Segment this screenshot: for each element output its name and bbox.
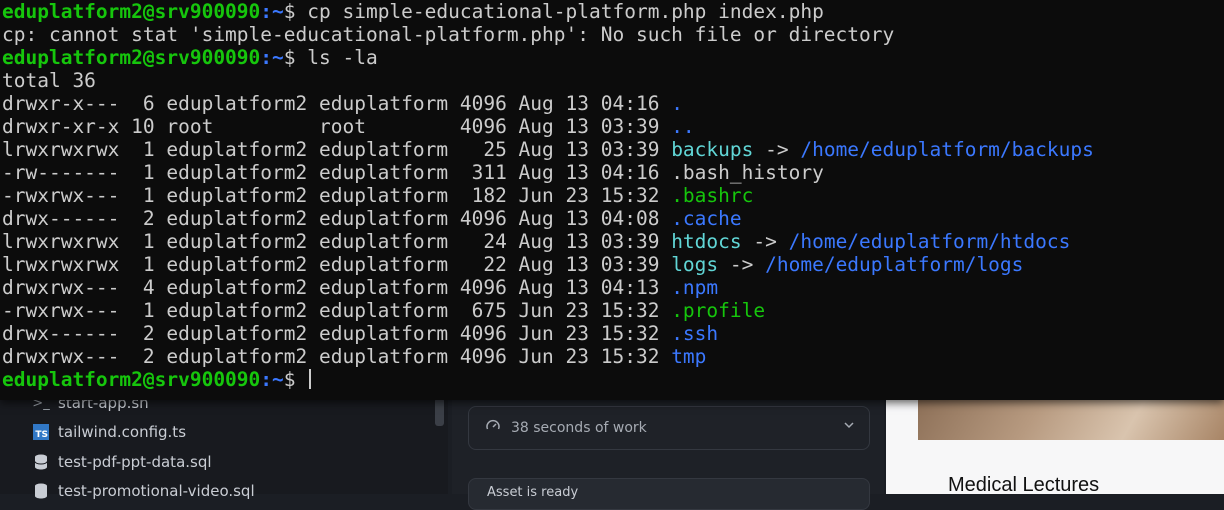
ls-row-meta: -rw------- 1 eduplatform2 eduplatform 31… — [2, 161, 672, 184]
ls-row-meta: drwx------ 2 eduplatform2 eduplatform 40… — [2, 207, 672, 230]
terminal-line-prompt: eduplatform2@srv900090:~$ — [2, 368, 312, 391]
file-name: test-promotional-video.sql — [58, 482, 255, 500]
prompt-symbol: $ — [283, 46, 296, 69]
file-item-tailwind-config[interactable]: TS tailwind.config.ts — [20, 419, 440, 445]
ls-row-meta: -rwxrwx--- 1 eduplatform2 eduplatform 67… — [2, 299, 672, 322]
ls-row: drwx------ 2 eduplatform2 eduplatform 40… — [2, 207, 742, 230]
ls-row-filename: . — [671, 92, 683, 115]
asset-status-text: Asset is ready — [487, 485, 579, 500]
ls-row: lrwxrwxrwx 1 eduplatform2 eduplatform 25… — [2, 138, 1094, 161]
symlink-arrow: -> — [718, 253, 766, 276]
ls-row-filename: htdocs — [671, 230, 742, 253]
asset-status-card[interactable]: Asset is ready — [468, 478, 870, 510]
ls-row: -rwxrwx--- 1 eduplatform2 eduplatform 67… — [2, 299, 765, 322]
prompt-symbol: $ — [283, 368, 296, 391]
symlink-arrow: -> — [741, 230, 789, 253]
ls-row-filename: .profile — [671, 299, 766, 322]
prompt-path: :~ — [260, 46, 284, 69]
ls-row: -rw------- 1 eduplatform2 eduplatform 31… — [2, 161, 824, 184]
file-item-test-pdf-ppt-data[interactable]: test-pdf-ppt-data.sql — [20, 449, 440, 475]
terminal-window[interactable]: eduplatform2@srv900090:~$ cp simple-educ… — [0, 0, 1224, 400]
ls-row-filename: .cache — [671, 207, 742, 230]
ls-row: drwxrwx--- 4 eduplatform2 eduplatform 40… — [2, 276, 718, 299]
ls-row-filename: logs — [671, 253, 719, 276]
ls-row-meta: drwxr-x--- 6 eduplatform2 eduplatform 40… — [2, 92, 672, 115]
timer-icon — [485, 418, 501, 438]
file-item-test-promotional-video[interactable]: test-promotional-video.sql — [20, 478, 440, 504]
ls-row-meta: lrwxrwxrwx 1 eduplatform2 eduplatform 22… — [2, 253, 672, 276]
ls-row: drwxr-x--- 6 eduplatform2 eduplatform 40… — [2, 92, 683, 115]
file-name: tailwind.config.ts — [58, 423, 187, 441]
chevron-down-icon[interactable] — [843, 419, 855, 435]
symlink-target: /home/eduplatform/backups — [800, 138, 1094, 161]
symlink-target: /home/eduplatform/logs — [765, 253, 1024, 276]
work-status-text: 38 seconds of work — [511, 420, 647, 436]
ls-row-meta: -rwxrwx--- 1 eduplatform2 eduplatform 18… — [2, 184, 672, 207]
ls-row: lrwxrwxrwx 1 eduplatform2 eduplatform 24… — [2, 230, 1070, 253]
ls-row-meta: drwx------ 2 eduplatform2 eduplatform 40… — [2, 322, 672, 345]
ls-row-filename: .bashrc — [671, 184, 754, 207]
database-icon — [32, 453, 50, 471]
ls-row: drwx------ 2 eduplatform2 eduplatform 40… — [2, 322, 718, 345]
prompt-user: eduplatform2@srv900090 — [2, 46, 261, 69]
ls-row-meta: lrwxrwxrwx 1 eduplatform2 eduplatform 24… — [2, 230, 672, 253]
ls-row-filename: .. — [671, 115, 695, 138]
ls-row-filename: .npm — [671, 276, 719, 299]
symlink-arrow: -> — [753, 138, 801, 161]
prompt-path: :~ — [260, 368, 284, 391]
terminal-line-cmd1: eduplatform2@srv900090:~$ cp simple-educ… — [2, 0, 824, 23]
prompt-symbol: $ — [283, 0, 296, 23]
terminal-line-total: total 36 — [2, 69, 96, 92]
ls-row-filename: tmp — [671, 345, 707, 368]
ls-row-filename: backups — [671, 138, 754, 161]
prompt-user: eduplatform2@srv900090 — [2, 0, 261, 23]
terminal-line-error: cp: cannot stat 'simple-educational-plat… — [2, 23, 895, 46]
work-status-collapsible[interactable]: 38 seconds of work — [468, 406, 870, 450]
ls-row-meta: drwxrwx--- 4 eduplatform2 eduplatform 40… — [2, 276, 672, 299]
ls-row-meta: drwxr-xr-x 10 root root 4096 Aug 13 03:3… — [2, 115, 672, 138]
symlink-target: /home/eduplatform/htdocs — [788, 230, 1071, 253]
prompt-user: eduplatform2@srv900090 — [2, 368, 261, 391]
ls-row-meta: lrwxrwxrwx 1 eduplatform2 eduplatform 25… — [2, 138, 672, 161]
command-text: ls -la — [295, 46, 378, 69]
ls-row: drwxr-xr-x 10 root root 4096 Aug 13 03:3… — [2, 115, 695, 138]
ls-row-filename: .ssh — [671, 322, 719, 345]
ls-row-meta: drwxrwx--- 2 eduplatform2 eduplatform 40… — [2, 345, 672, 368]
terminal-line-cmd2: eduplatform2@srv900090:~$ ls -la — [2, 46, 378, 69]
file-name: test-pdf-ppt-data.sql — [58, 453, 212, 471]
ls-row: drwxrwx--- 2 eduplatform2 eduplatform 40… — [2, 345, 706, 368]
ls-row: -rwxrwx--- 1 eduplatform2 eduplatform 18… — [2, 184, 753, 207]
prompt-path: :~ — [260, 0, 284, 23]
database-icon — [32, 482, 50, 500]
text-cursor[interactable] — [309, 369, 312, 389]
command-text: cp simple-educational-platform.php index… — [295, 0, 824, 23]
ls-row: lrwxrwxrwx 1 eduplatform2 eduplatform 22… — [2, 253, 1023, 276]
ls-row-filename: .bash_history — [671, 161, 824, 184]
typescript-icon: TS — [32, 423, 50, 441]
